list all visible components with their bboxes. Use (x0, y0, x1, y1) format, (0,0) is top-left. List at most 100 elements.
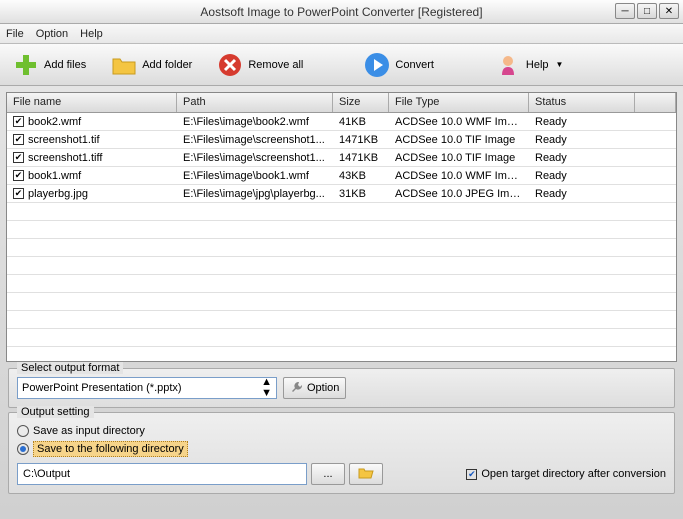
open-folder-button[interactable] (349, 463, 383, 485)
row-checkbox[interactable]: ✔ (13, 152, 24, 163)
col-size[interactable]: Size (333, 93, 389, 112)
table-row[interactable]: ✔ book1.wmf E:\Files\image\book1.wmf43KBAC… (7, 167, 676, 185)
play-icon (363, 51, 391, 79)
col-filetype[interactable]: File Type (389, 93, 529, 112)
row-checkbox[interactable]: ✔ (13, 116, 24, 127)
table-row[interactable]: ✔book2.wmfE:\Files\image\book2.wmf41KBAC… (7, 113, 676, 131)
output-group-label: Output setting (17, 406, 94, 418)
close-button[interactable]: ✕ (659, 3, 679, 19)
table-header: File name Path Size File Type Status (7, 93, 676, 113)
folder-icon (110, 51, 138, 79)
output-path-input[interactable]: C:\Output (17, 463, 307, 485)
remove-icon (216, 51, 244, 79)
cell-type: ACDSee 10.0 JPEG Image (389, 187, 529, 201)
col-status[interactable]: Status (529, 93, 635, 112)
spinner-icon: ▲▼ (261, 377, 272, 399)
row-checkbox[interactable]: ✔ (13, 134, 24, 145)
empty-row (7, 347, 676, 361)
cell-status: Ready (529, 115, 635, 129)
wrench-icon (290, 380, 304, 397)
menu-option[interactable]: Option (36, 28, 68, 40)
browse-label: ... (323, 468, 332, 480)
add-folder-button[interactable]: Add folder (106, 49, 196, 81)
minimize-button[interactable]: ─ (615, 3, 635, 19)
col-path[interactable]: Path (177, 93, 333, 112)
cell-type: ACDSee 10.0 WMF Image (389, 169, 529, 183)
help-button[interactable]: Help ▼ (490, 49, 568, 81)
toolbar: Add files Add folder Remove all Convert … (0, 44, 683, 86)
cell-path: E:\Files\image\screenshot1... (177, 133, 333, 147)
menu-help[interactable]: Help (80, 28, 103, 40)
folder-open-icon (358, 466, 374, 483)
format-group: Select output format PowerPoint Presenta… (8, 368, 675, 408)
cell-type: ACDSee 10.0 TIF Image (389, 151, 529, 165)
table-row[interactable]: ✔ screenshot1.tiff E:\Files\image\screensh… (7, 149, 676, 167)
cell-size: 31KB (333, 187, 389, 201)
col-spare (635, 93, 676, 112)
option-button[interactable]: Option (283, 377, 346, 399)
menu-file[interactable]: File (6, 28, 24, 40)
save-following-label: Save to the following directory (33, 441, 188, 457)
format-select[interactable]: PowerPoint Presentation (*.pptx) ▲▼ (17, 377, 277, 399)
output-group: Output setting Save as input directory S… (8, 412, 675, 494)
cell-type: ACDSee 10.0 TIF Image (389, 133, 529, 147)
empty-row (7, 293, 676, 311)
empty-row (7, 329, 676, 347)
cell-status: Ready (529, 169, 635, 183)
cell-filename: playerbg.jpg (28, 188, 88, 200)
col-filename[interactable]: File name (7, 93, 177, 112)
cell-filename: screenshot1.tif (28, 134, 100, 146)
row-checkbox[interactable]: ✔ (13, 188, 24, 199)
maximize-button[interactable]: □ (637, 3, 657, 19)
radio-save-input[interactable] (17, 425, 29, 437)
cell-filename: screenshot1.tiff (28, 152, 102, 164)
window-title: Aostsoft Image to PowerPoint Converter [… (200, 5, 482, 19)
output-path-value: C:\Output (23, 468, 70, 480)
cell-size: 1471KB (333, 133, 389, 147)
table-body: ✔book2.wmfE:\Files\image\book2.wmf41KBAC… (7, 113, 676, 361)
open-target-checkbox[interactable]: ✔ (466, 469, 477, 480)
empty-row (7, 239, 676, 257)
remove-all-label: Remove all (248, 59, 303, 71)
empty-row (7, 275, 676, 293)
radio-save-following[interactable] (17, 443, 29, 455)
cell-path: E:\Files\image\book2.wmf (177, 115, 333, 129)
plus-icon (12, 51, 40, 79)
format-selected: PowerPoint Presentation (*.pptx) (22, 382, 182, 394)
empty-row (7, 221, 676, 239)
browse-button[interactable]: ... (311, 463, 345, 485)
option-label: Option (307, 382, 339, 394)
cell-path: E:\Files\image\screenshot1... (177, 151, 333, 165)
cell-size: 1471KB (333, 151, 389, 165)
open-target-label: Open target directory after conversion (481, 468, 666, 480)
cell-status: Ready (529, 151, 635, 165)
table-row[interactable]: ✔ screenshot1.tif E:\Files\image\screensho… (7, 131, 676, 149)
add-files-label: Add files (44, 59, 86, 71)
title-bar: Aostsoft Image to PowerPoint Converter [… (0, 0, 683, 24)
save-input-label: Save as input directory (33, 425, 145, 437)
cell-status: Ready (529, 133, 635, 147)
help-label: Help (526, 59, 549, 71)
help-icon (494, 51, 522, 79)
cell-path: E:\Files\image\book1.wmf (177, 169, 333, 183)
empty-row (7, 257, 676, 275)
empty-row (7, 311, 676, 329)
file-list: File name Path Size File Type Status ✔bo… (6, 92, 677, 362)
menu-bar: File Option Help (0, 24, 683, 44)
add-files-button[interactable]: Add files (8, 49, 90, 81)
table-row[interactable]: ✔ playerbg.jpg E:\Files\image\jpg\playerbg… (7, 185, 676, 203)
add-folder-label: Add folder (142, 59, 192, 71)
convert-button[interactable]: Convert (359, 49, 438, 81)
empty-row (7, 203, 676, 221)
cell-size: 41KB (333, 115, 389, 129)
cell-type: ACDSee 10.0 WMF Image (389, 115, 529, 129)
cell-status: Ready (529, 187, 635, 201)
cell-size: 43KB (333, 169, 389, 183)
row-checkbox[interactable]: ✔ (13, 170, 24, 181)
convert-label: Convert (395, 59, 434, 71)
chevron-down-icon: ▼ (556, 60, 564, 69)
cell-path: E:\Files\image\jpg\playerbg... (177, 187, 333, 201)
format-group-label: Select output format (17, 362, 123, 374)
cell-filename: book1.wmf (28, 170, 81, 182)
remove-all-button[interactable]: Remove all (212, 49, 307, 81)
